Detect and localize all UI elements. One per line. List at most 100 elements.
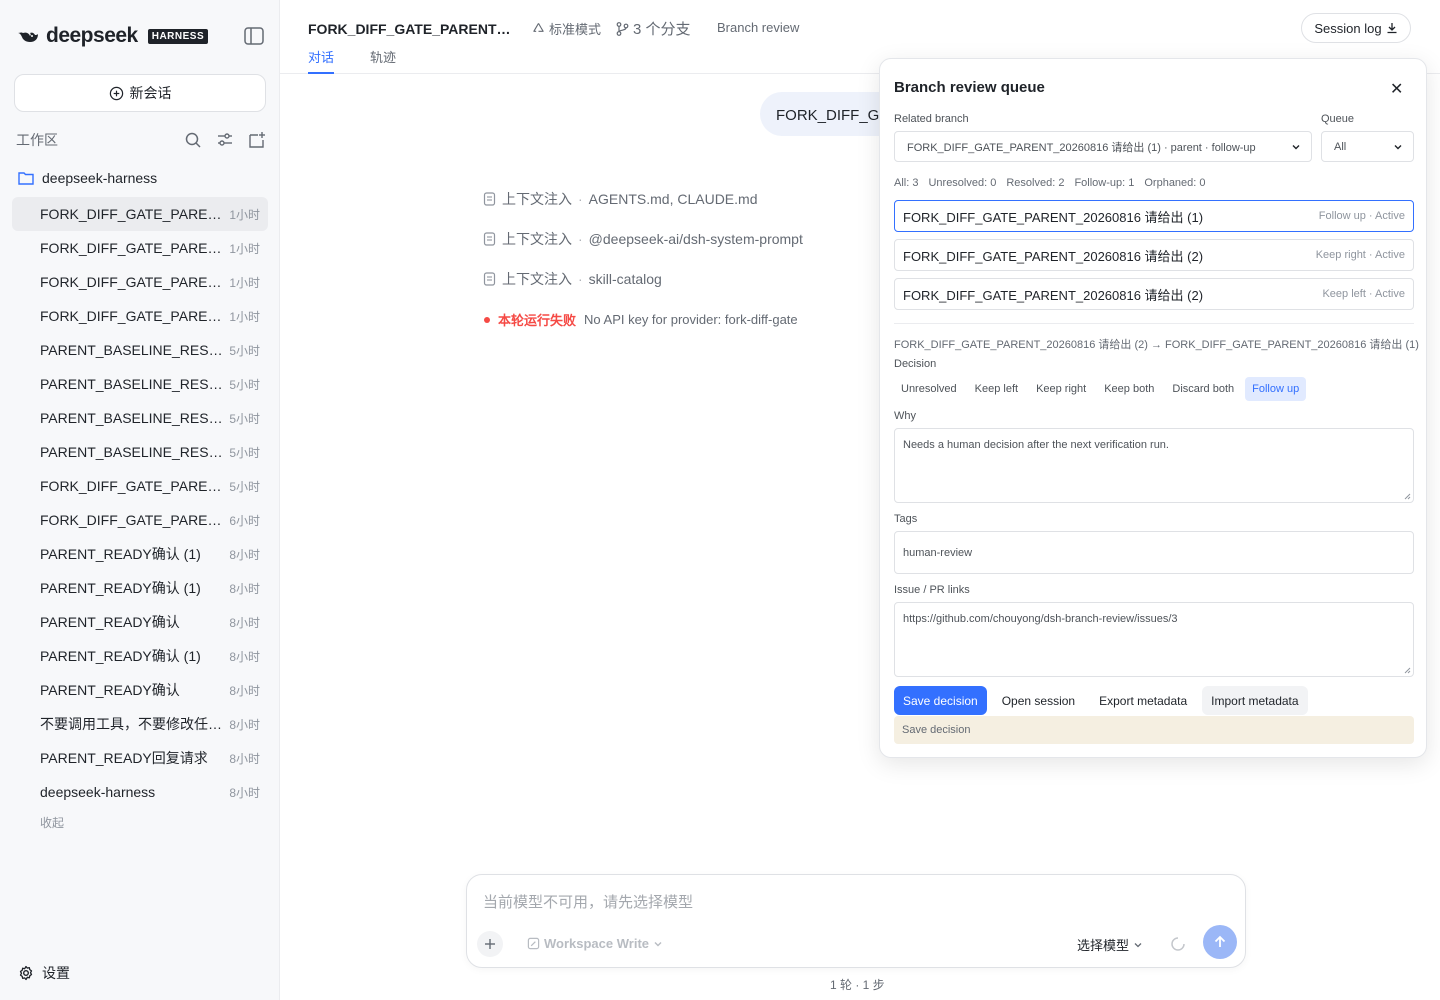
stat-all: All: 3	[894, 177, 919, 189]
settings-button[interactable]: 设置	[18, 963, 70, 983]
decision-follow-up-button[interactable]: Follow up	[1245, 377, 1307, 401]
branch-review-link[interactable]: Branch review	[717, 20, 799, 35]
brand-badge: HARNESS	[147, 28, 209, 44]
session-title: FORK_DIFF_GATE_PARENT_2026	[40, 478, 229, 494]
session-item[interactable]: PARENT_BASELINE_RESPONSE (3)5小时	[12, 401, 268, 435]
export-metadata-button[interactable]: Export metadata	[1090, 686, 1196, 715]
error-dot-icon	[484, 316, 490, 323]
branch-item-state: Keep right · Active	[1315, 249, 1405, 261]
workspace-write-selector[interactable]: Workspace Write	[527, 936, 663, 951]
session-time: 5小时	[229, 377, 260, 392]
decision-unresolved-button[interactable]: Unresolved	[894, 377, 964, 401]
context-label: 上下文注入	[502, 271, 572, 287]
close-icon[interactable]: ✕	[1390, 79, 1403, 99]
deepseek-whale-icon	[18, 32, 38, 42]
brand[interactable]: deepseek HARNESS	[16, 24, 209, 48]
session-time: 1小时	[229, 241, 260, 256]
context-injection-row[interactable]: 上下文注入 · AGENTS.md, CLAUDE.md	[483, 189, 758, 209]
session-time: 8小时	[229, 649, 260, 664]
session-title: PARENT_READY确认	[40, 614, 180, 630]
collapse-button[interactable]: 收起	[40, 814, 64, 831]
queue-select[interactable]: All	[1321, 131, 1414, 162]
filter-sliders-icon[interactable]	[216, 131, 234, 149]
branch-item[interactable]: FORK_DIFF_GATE_PARENT_20260816 请给出 (2) K…	[894, 278, 1414, 310]
resize-handle-icon[interactable]	[1404, 667, 1411, 674]
why-textarea[interactable]: Needs a human decision after the next ve…	[894, 428, 1414, 503]
attach-plus-button[interactable]	[477, 931, 503, 957]
page-title: FORK_DIFF_GATE_PARENT_20260816 请给出 (1)	[308, 21, 514, 37]
message-input[interactable]	[483, 891, 1223, 913]
new-chat-button[interactable]: 新会话	[14, 74, 266, 112]
session-title: deepseek-harness	[40, 784, 156, 800]
session-item[interactable]: PARENT_READY确认 (1) 8小时	[12, 639, 268, 673]
decision-discard-both-button[interactable]: Discard both	[1165, 377, 1241, 401]
mode-selector[interactable]: 标准模式	[532, 19, 601, 38]
branch-item[interactable]: FORK_DIFF_GATE_PARENT_20260816 请给出 (1) F…	[894, 200, 1414, 232]
queue-stats: All: 3 Unresolved: 0 Resolved: 2 Follow-…	[894, 177, 1206, 189]
action-bar: Save decision Open session Export metada…	[894, 686, 1308, 715]
session-item[interactable]: PARENT_READY确认 (1) 8小时	[12, 537, 268, 571]
session-item[interactable]: PARENT_READY确认 8小时	[12, 673, 268, 707]
save-decision-button[interactable]: Save decision	[894, 686, 987, 715]
decision-keep-both-button[interactable]: Keep both	[1097, 377, 1161, 401]
branch-item-state: Keep left · Active	[1322, 288, 1405, 300]
context-injection-row[interactable]: 上下文注入 · @deepseek-ai/dsh-system-prompt	[483, 229, 803, 249]
session-item[interactable]: FORK_DIFF_GATE_PARENT_20260816 请给出1小时	[12, 299, 268, 333]
new-folder-icon[interactable]	[248, 131, 266, 149]
session-title: FORK_DIFF_GATE_PARENT_20260816	[40, 512, 230, 528]
why-value: Needs a human decision after the next ve…	[903, 439, 1169, 451]
context-label: 上下文注入	[502, 191, 572, 207]
session-title: PARENT_READY确认	[40, 682, 180, 698]
why-label: Why	[894, 410, 916, 422]
links-label: Issue / PR links	[894, 584, 970, 596]
session-item[interactable]: PARENT_READY确认 8小时	[12, 605, 268, 639]
sidebar-toggle-icon[interactable]	[244, 27, 264, 45]
decision-keep-left-button[interactable]: Keep left	[968, 377, 1025, 401]
search-icon[interactable]	[184, 131, 202, 149]
open-session-button[interactable]: Open session	[993, 686, 1084, 715]
session-item[interactable]: 不要调用工具，不要修改任何文件 8小时	[12, 707, 268, 741]
model-selector[interactable]: 选择模型	[1077, 935, 1143, 954]
session-item[interactable]: FORK_DIFF_GATE_PARENT_20260816 请给出 (3)1小…	[12, 265, 268, 299]
session-item[interactable]: FORK_DIFF_GATE_PARENT_20265小时	[12, 469, 268, 503]
session-item[interactable]: PARENT_READY确认 (1) 8小时	[12, 571, 268, 605]
shield-edit-icon	[527, 937, 540, 950]
session-item[interactable]: PARENT_BASELINE_RESPONSE (1)5小时	[12, 333, 268, 367]
branch-item-name: FORK_DIFF_GATE_PARENT_20260816 请给出 (2)	[903, 248, 1204, 264]
import-metadata-button[interactable]: Import metadata	[1202, 686, 1308, 715]
session-item[interactable]: PARENT_READY回复请求 8小时	[12, 741, 268, 775]
session-item[interactable]: FORK_DIFF_GATE_PARENT_202608166小时	[12, 503, 268, 537]
session-item[interactable]: FORK_DIFF_GATE_PARENT_20260816 请给出 (2)1小…	[12, 231, 268, 265]
branch-item[interactable]: FORK_DIFF_GATE_PARENT_20260816 请给出 (2) K…	[894, 239, 1414, 271]
arrow-up-icon	[1214, 935, 1226, 947]
session-item[interactable]: FORK_DIFF_GATE_PARENT_20260816 请给出 (1)1小…	[12, 197, 268, 231]
plus-circle-icon	[109, 86, 123, 100]
branch-item-name: FORK_DIFF_GATE_PARENT_20260816 请给出 (2)	[903, 287, 1204, 303]
tags-input[interactable]: human-review	[894, 531, 1414, 574]
tags-label: Tags	[894, 513, 918, 525]
session-time: 5小时	[229, 479, 260, 494]
related-branch-label: Related branch	[894, 113, 969, 125]
context-injection-row[interactable]: 上下文注入 · skill-catalog	[483, 269, 662, 289]
related-branch-select[interactable]: FORK_DIFF_GATE_PARENT_20260816 请给出 (1) ·…	[894, 131, 1312, 162]
tab-trace[interactable]: 轨迹	[370, 47, 396, 74]
workspace-folder[interactable]: deepseek-harness	[18, 170, 157, 186]
session-list: FORK_DIFF_GATE_PARENT_20260816 请给出 (1)1小…	[12, 197, 268, 809]
chevron-down-icon	[654, 941, 662, 946]
settings-label: 设置	[42, 965, 70, 981]
session-item[interactable]: PARENT_BASELINE_RESPONSE (2)5小时	[12, 367, 268, 401]
session-log-button[interactable]: Session log	[1301, 13, 1411, 43]
session-item[interactable]: PARENT_BASELINE_RESPONSE5小时	[12, 435, 268, 469]
session-item[interactable]: deepseek-harness 8小时	[12, 775, 268, 809]
tab-conversation[interactable]: 对话	[308, 47, 335, 74]
session-title: FORK_DIFF_GATE_PARENT_20260816 请给出 (3)	[40, 274, 230, 290]
context-label: 上下文注入	[502, 231, 572, 247]
links-textarea[interactable]: https://github.com/chouyong/dsh-branch-r…	[894, 602, 1414, 677]
resize-handle-icon[interactable]	[1404, 493, 1411, 500]
session-title: PARENT_READY确认 (1)	[40, 546, 201, 562]
session-title: FORK_DIFF_GATE_PARENT_20260816 请给出	[40, 308, 230, 324]
decision-keep-right-button[interactable]: Keep right	[1029, 377, 1093, 401]
branches-button[interactable]: 3 个分支	[616, 18, 691, 39]
context-value: @deepseek-ai/dsh-system-prompt	[588, 231, 803, 247]
send-button[interactable]	[1203, 925, 1237, 959]
